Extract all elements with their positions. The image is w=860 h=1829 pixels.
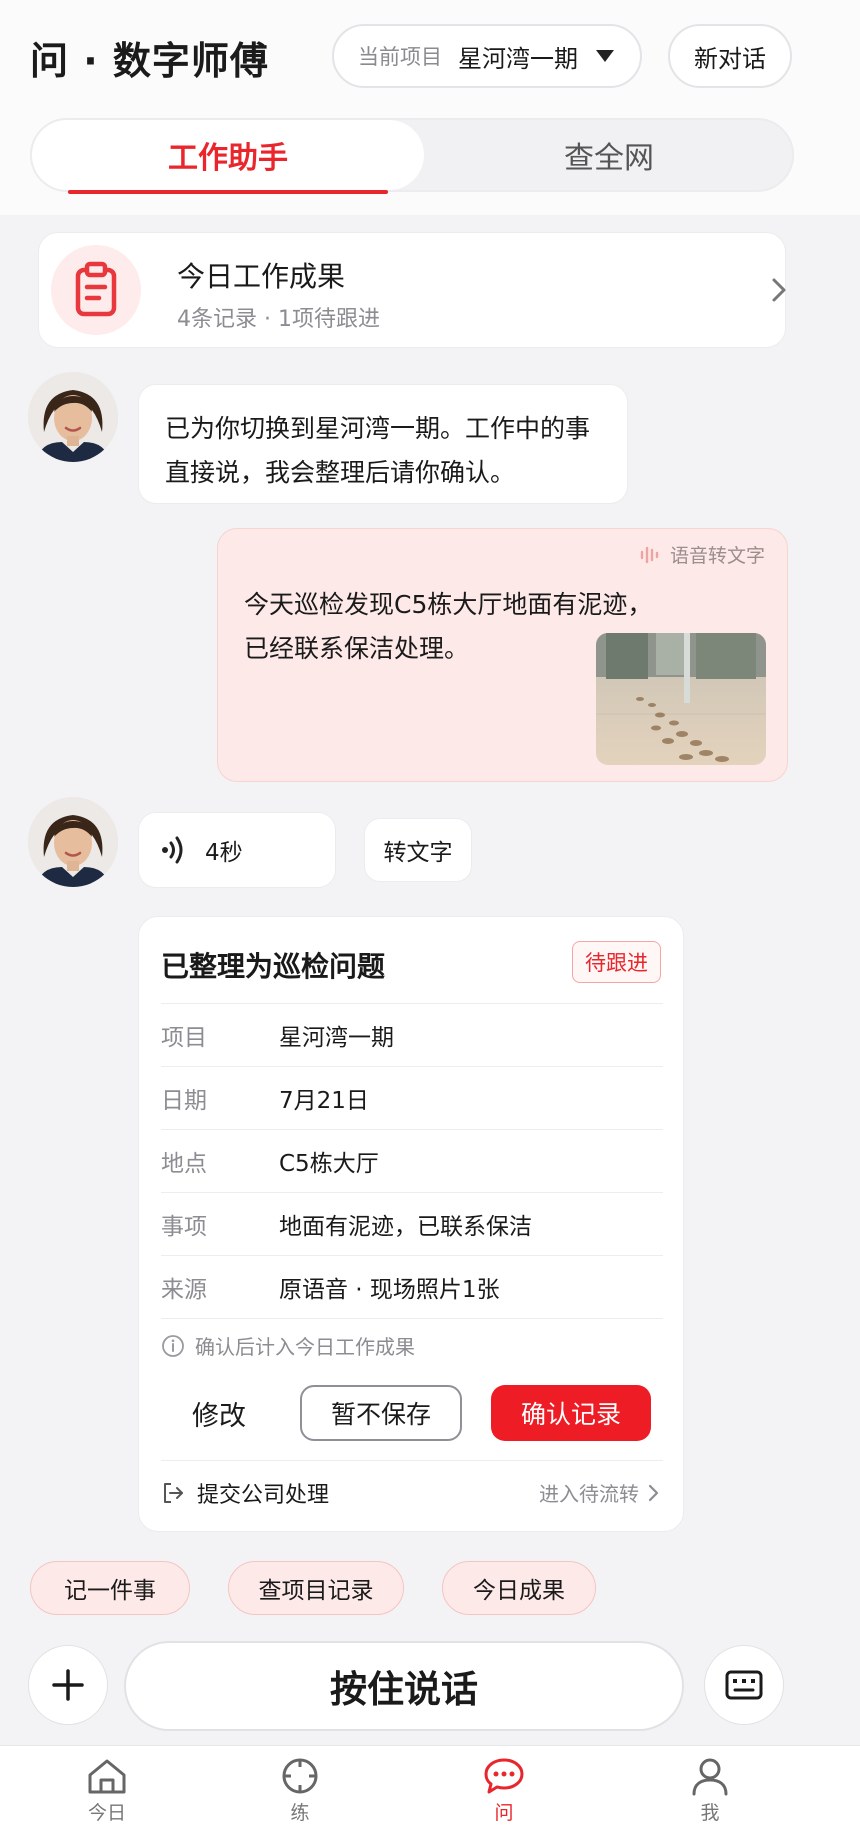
site-photo[interactable] bbox=[596, 633, 766, 765]
chat-icon bbox=[484, 1758, 524, 1794]
submit-to-company-row[interactable]: 提交公司处理 进入待流转 bbox=[161, 1460, 663, 1524]
record-note-text: 确认后计入今日工作成果 bbox=[195, 1335, 415, 1359]
submit-to-company-label: 提交公司处理 bbox=[197, 1482, 330, 1508]
record-value: 7月21日 bbox=[279, 1088, 369, 1114]
tab-ask[interactable]: 问 bbox=[444, 1746, 564, 1829]
inspection-record-card: 已整理为巡检问题 待跟进 项目 星河湾一期 日期 7月21日 地点 C5栋大厅 … bbox=[138, 916, 684, 1532]
record-card-title: 已整理为巡检问题 bbox=[161, 950, 386, 983]
today-results-card[interactable]: 今日工作成果 4条记录 · 1项待跟进 bbox=[38, 232, 786, 348]
record-key: 地点 bbox=[161, 1151, 207, 1177]
tab-practice[interactable]: 练 bbox=[240, 1746, 360, 1829]
top-header: 问 · 数字师傅 当前项目 星河湾一期 新对话 工作助手 查全网 bbox=[0, 0, 860, 215]
voice-message[interactable]: 4秒 bbox=[138, 812, 336, 888]
voice-duration: 4秒 bbox=[205, 840, 243, 866]
chip-log-event[interactable]: 记一件事 bbox=[30, 1561, 190, 1615]
confirm-record-button[interactable]: 确认记录 bbox=[491, 1385, 651, 1441]
tab-label: 我 bbox=[700, 1802, 720, 1824]
message-line: 直接说，我会整理后请你确认。 bbox=[165, 458, 516, 487]
tab-label: 练 bbox=[290, 1802, 310, 1824]
plus-icon bbox=[52, 1669, 84, 1701]
plus-button[interactable] bbox=[28, 1645, 108, 1725]
user-message: 语音转文字 今天巡检发现C5栋大厅地面有泥迹， 已经联系保洁处理。 bbox=[217, 528, 788, 782]
tab-label: 问 bbox=[494, 1802, 514, 1824]
record-value: 地面有泥迹，已联系保洁 bbox=[279, 1214, 532, 1240]
skip-save-button[interactable]: 暂不保存 bbox=[300, 1385, 462, 1441]
waveform-icon bbox=[640, 546, 659, 563]
chip-project-records[interactable]: 查项目记录 bbox=[228, 1561, 404, 1615]
convert-to-text-button[interactable]: 转文字 bbox=[364, 818, 472, 882]
voice-transcript-tag: 语音转文字 bbox=[640, 541, 765, 568]
tab-me[interactable]: 我 bbox=[650, 1746, 770, 1829]
submit-to-company-hint: 进入待流转 bbox=[539, 1478, 663, 1507]
record-row-location: 地点 C5栋大厅 bbox=[161, 1129, 663, 1192]
hold-to-talk-button[interactable]: 按住说话 bbox=[124, 1641, 684, 1731]
assistant-avatar bbox=[28, 797, 118, 887]
record-value: C5栋大厅 bbox=[279, 1151, 379, 1177]
user-icon bbox=[692, 1758, 728, 1796]
assistant-avatar bbox=[28, 372, 118, 462]
clipboard-icon bbox=[51, 245, 141, 335]
today-results-subtitle: 4条记录 · 1项待跟进 bbox=[177, 307, 380, 332]
caret-down-icon bbox=[596, 50, 614, 62]
export-icon bbox=[164, 1482, 183, 1503]
submit-hint-text: 进入待流转 bbox=[539, 1482, 639, 1506]
assistant-message: 已为你切换到星河湾一期。工作中的事 直接说，我会整理后请你确认。 bbox=[138, 384, 628, 504]
tab-today[interactable]: 今日 bbox=[47, 1746, 167, 1829]
message-line: 已为你切换到星河湾一期。工作中的事 bbox=[165, 414, 591, 443]
project-selector-label: 当前项目 bbox=[358, 45, 442, 69]
record-key: 日期 bbox=[161, 1088, 207, 1114]
record-row-project: 项目 星河湾一期 bbox=[161, 1003, 663, 1066]
tab-web-search[interactable]: 查全网 bbox=[424, 120, 794, 190]
record-key: 来源 bbox=[161, 1277, 207, 1303]
record-key: 项目 bbox=[161, 1025, 207, 1051]
tab-work-assistant[interactable]: 工作助手 bbox=[32, 120, 424, 194]
info-icon bbox=[162, 1334, 184, 1357]
chevron-right-icon bbox=[769, 275, 789, 309]
keyboard-button[interactable] bbox=[704, 1645, 784, 1725]
record-value: 原语音 · 现场照片1张 bbox=[279, 1277, 500, 1303]
edit-button[interactable]: 修改 bbox=[169, 1385, 269, 1441]
record-note: 确认后计入今日工作成果 bbox=[161, 1318, 663, 1372]
app-title: 问 · 数字师傅 bbox=[30, 39, 269, 83]
user-message-text: 今天巡检发现C5栋大厅地面有泥迹， 已经联系保洁处理。 bbox=[244, 583, 652, 671]
status-badge: 待跟进 bbox=[572, 941, 661, 983]
chip-today-results[interactable]: 今日成果 bbox=[442, 1561, 596, 1615]
today-results-title: 今日工作成果 bbox=[177, 260, 346, 293]
record-key: 事项 bbox=[161, 1214, 207, 1240]
project-selector-value: 星河湾一期 bbox=[458, 44, 578, 73]
record-value: 星河湾一期 bbox=[279, 1025, 394, 1051]
tab-label: 今日 bbox=[87, 1802, 126, 1824]
keyboard-icon bbox=[725, 1670, 763, 1700]
message-line: 今天巡检发现C5栋大厅地面有泥迹， bbox=[244, 590, 653, 619]
message-line: 已经联系保洁处理。 bbox=[244, 634, 470, 663]
record-row-item: 事项 地面有泥迹，已联系保洁 bbox=[161, 1192, 663, 1255]
chevron-right-icon bbox=[648, 1484, 659, 1501]
record-row-date: 日期 7月21日 bbox=[161, 1066, 663, 1129]
bottom-tab-bar: 今日 练 问 我 bbox=[0, 1745, 860, 1829]
home-icon bbox=[88, 1759, 126, 1794]
project-selector[interactable]: 当前项目 星河湾一期 bbox=[332, 24, 642, 88]
record-row-source: 来源 原语音 · 现场照片1张 bbox=[161, 1255, 663, 1318]
target-icon bbox=[282, 1758, 318, 1794]
new-chat-button[interactable]: 新对话 bbox=[668, 24, 792, 88]
voice-transcript-label: 语音转文字 bbox=[669, 545, 765, 567]
mode-tabs: 工作助手 查全网 bbox=[30, 118, 794, 194]
audio-wave-icon bbox=[162, 836, 183, 864]
